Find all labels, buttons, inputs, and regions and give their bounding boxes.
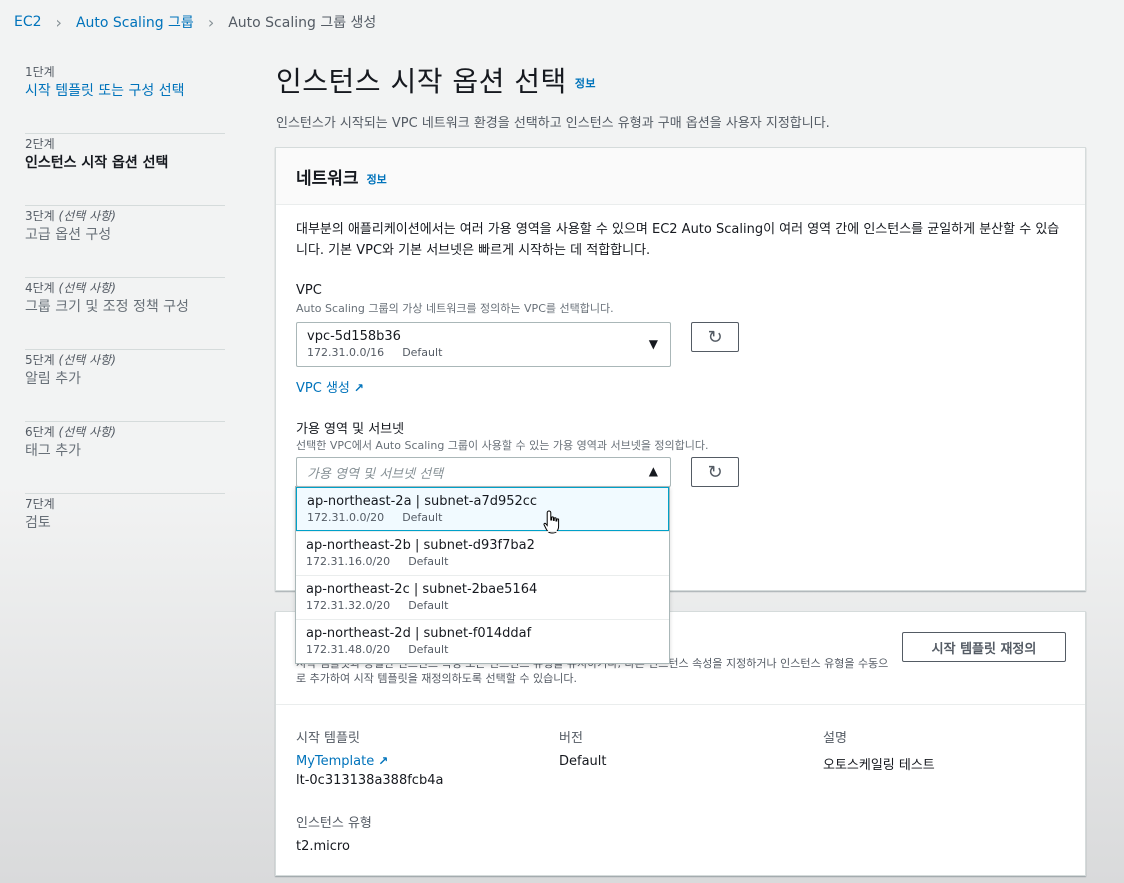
chevron-right-icon: › [207, 12, 215, 32]
step-label: 고급 옵션 구성 [25, 227, 112, 243]
step-2: 2단계 인스턴스 시작 옵션 선택 [25, 134, 225, 206]
az-option-name: ap-northeast-2d | subnet-f014ddaf [306, 626, 532, 641]
page-info-link[interactable]: 정보 [575, 77, 596, 90]
override-template-button[interactable]: 시작 템플릿 재정의 [902, 632, 1066, 662]
step-number: 2단계 [25, 137, 55, 151]
step-6: 6단계 (선택 사항) 태그 추가 [25, 422, 225, 494]
network-panel-body: 대부분의 애플리케이션에서는 여러 가용 영역을 사용할 수 있으며 EC2 A… [276, 205, 1085, 330]
chevron-right-icon: › [55, 12, 62, 32]
external-link-icon: ↗ [378, 754, 389, 768]
refresh-icon: ↻ [707, 461, 723, 483]
az-option-name: ap-northeast-2b | subnet-d93f7ba2 [306, 538, 535, 553]
page-title-text: 인스턴스 시작 옵션 선택 [276, 65, 567, 98]
step-number: 3단계 (선택 사항) [25, 209, 116, 223]
network-intro: 대부분의 애플리케이션에서는 여러 가용 영역을 사용할 수 있으며 EC2 A… [296, 222, 1060, 258]
instance-type-key: 인스턴스 유형 [296, 816, 372, 831]
step-label: 인스턴스 시작 옵션 선택 [25, 155, 169, 171]
page-title: 인스턴스 시작 옵션 선택 정보 [276, 60, 596, 100]
launch-template-id: lt-0c313138a388fcb4a [296, 773, 444, 788]
network-info-link[interactable]: 정보 [367, 173, 387, 186]
step-number: 4단계 (선택 사항) [25, 281, 116, 295]
divider [276, 704, 1085, 705]
breadcrumb-ec2[interactable]: EC2 [14, 14, 42, 30]
az-refresh-button[interactable]: ↻ [691, 457, 739, 487]
launch-template-key: 시작 템플릿 [296, 731, 360, 746]
network-panel-header: 네트워크 정보 [276, 148, 1085, 205]
breadcrumb: EC2 › Auto Scaling 그룹 › Auto Scaling 그룹 … [14, 12, 376, 32]
version-key: 버전 [559, 731, 583, 746]
launch-template-field: 시작 템플릿 MyTemplate ↗ lt-0c313138a388fcb4a [296, 727, 443, 788]
vpc-description: Auto Scaling 그룹의 가상 네트워크를 정의하는 VPC를 선택합니… [296, 302, 614, 315]
step-number: 5단계 (선택 사항) [25, 353, 116, 367]
az-subnet-dropdown: ap-northeast-2a | subnet-a7d952cc 172.31… [295, 486, 670, 664]
launch-template-link[interactable]: MyTemplate ↗ [296, 754, 443, 769]
step-label: 태그 추가 [25, 443, 81, 459]
breadcrumb-asg[interactable]: Auto Scaling 그룹 [76, 12, 194, 32]
version-value: Default [559, 754, 607, 769]
az-option-name: ap-northeast-2a | subnet-a7d952cc [307, 494, 538, 509]
description-value: 오토스케일링 테스트 [823, 758, 935, 773]
instance-type-value: t2.micro [296, 839, 350, 854]
external-link-icon: ↗ [353, 381, 364, 395]
description-field: 설명 오토스케일링 테스트 [823, 727, 935, 773]
az-option-name: ap-northeast-2c | subnet-2bae5164 [306, 582, 538, 597]
instance-type-field: 인스턴스 유형 t2.micro [296, 812, 372, 854]
step-5: 5단계 (선택 사항) 알림 추가 [25, 350, 225, 422]
az-option[interactable]: ap-northeast-2c | subnet-2bae5164 172.31… [296, 575, 669, 619]
az-subnet-select[interactable]: 가용 영역 및 서브넷 선택 ▲ [296, 457, 671, 487]
az-option[interactable]: ap-northeast-2a | subnet-a7d952cc 172.31… [296, 487, 669, 534]
caret-down-icon: ▼ [648, 337, 658, 351]
step-label: 그룹 크기 및 조정 정책 구성 [25, 299, 189, 315]
step-4: 4단계 (선택 사항) 그룹 크기 및 조정 정책 구성 [25, 278, 225, 350]
az-description: 선택한 VPC에서 Auto Scaling 그룹이 사용할 수 있는 가용 영… [296, 439, 709, 452]
az-subnet-placeholder: 가용 영역 및 서브넷 선택 [307, 467, 444, 482]
vpc-select-detail: 172.31.0.0/16 Default [307, 346, 443, 359]
az-label: 가용 영역 및 서브넷 [296, 422, 405, 437]
az-option[interactable]: ap-northeast-2b | subnet-d93f7ba2 172.31… [296, 531, 669, 575]
wizard-steps: 1단계 시작 템플릿 또는 구성 선택 2단계 인스턴스 시작 옵션 선택 3단… [25, 62, 225, 566]
network-title: 네트워크 [296, 169, 359, 189]
step-number: 7단계 [25, 497, 55, 511]
vpc-create-link[interactable]: VPC 생성 ↗ [296, 377, 364, 396]
step-label: 검토 [25, 515, 51, 531]
vpc-select[interactable]: vpc-5d158b36 172.31.0.0/16 Default ▼ [296, 322, 671, 367]
az-option[interactable]: ap-northeast-2d | subnet-f014ddaf 172.31… [296, 619, 669, 663]
version-field: 버전 Default [559, 727, 607, 769]
step-3: 3단계 (선택 사항) 고급 옵션 구성 [25, 206, 225, 278]
az-option-detail: 172.31.48.0/20 Default [306, 643, 449, 656]
step-7: 7단계 검토 [25, 494, 225, 566]
breadcrumb-current: Auto Scaling 그룹 생성 [228, 15, 377, 31]
page-description: 인스턴스가 시작되는 VPC 네트워크 환경을 선택하고 인스턴스 유형과 구매… [276, 116, 830, 131]
caret-up-icon: ▲ [648, 464, 658, 478]
step-number: 1단계 [25, 65, 55, 79]
description-key: 설명 [823, 731, 847, 746]
az-option-detail: 172.31.16.0/20 Default [306, 555, 449, 568]
az-option-detail: 172.31.0.0/20 Default [307, 511, 443, 524]
step-label[interactable]: 시작 템플릿 또는 구성 선택 [25, 80, 225, 102]
vpc-refresh-button[interactable]: ↻ [691, 322, 739, 352]
step-1[interactable]: 1단계 시작 템플릿 또는 구성 선택 [25, 62, 225, 134]
az-option-detail: 172.31.32.0/20 Default [306, 599, 449, 612]
refresh-icon: ↻ [707, 326, 723, 348]
step-number: 6단계 (선택 사항) [25, 425, 116, 439]
vpc-select-value: vpc-5d158b36 [307, 329, 401, 344]
vpc-label: VPC [296, 283, 322, 298]
step-label: 알림 추가 [25, 371, 81, 387]
